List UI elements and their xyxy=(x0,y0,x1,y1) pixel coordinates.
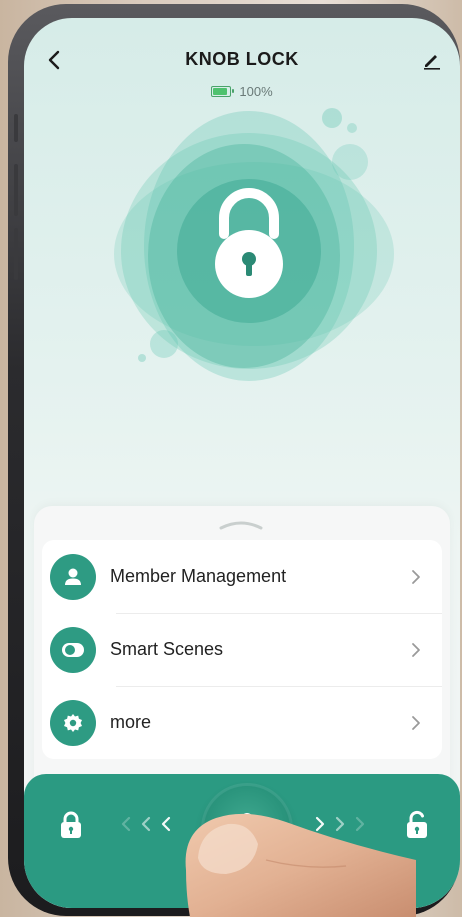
chevron-right-icon xyxy=(404,711,428,735)
page-title: KNOB LOCK xyxy=(185,49,299,69)
phone-volume-up xyxy=(14,164,18,216)
phone-frame: KNOB LOCK 100% Member Management Smart S… xyxy=(8,4,460,916)
menu-list: Member Management Smart Scenes more xyxy=(42,540,442,759)
keyhole-icon xyxy=(241,813,253,825)
gear-icon xyxy=(50,699,96,746)
battery-status: 100% xyxy=(24,84,460,99)
battery-level: 100% xyxy=(239,84,273,99)
phone-volume-down xyxy=(14,228,18,280)
person-icon xyxy=(50,553,96,600)
slide-left-chevrons xyxy=(120,814,172,834)
edit-button[interactable] xyxy=(418,46,446,74)
chevron-right-icon xyxy=(404,565,428,589)
toggle-icon xyxy=(50,626,96,673)
menu-item-label: Smart Scenes xyxy=(110,639,224,659)
lock-icon[interactable] xyxy=(58,810,84,840)
phone-side-button xyxy=(14,114,18,142)
app-screen: KNOB LOCK 100% Member Management Smart S… xyxy=(24,18,460,908)
lock-status-graphic xyxy=(114,108,394,381)
battery-icon xyxy=(211,86,235,97)
menu-item-label: more xyxy=(110,712,152,732)
slide-right-chevrons xyxy=(314,814,366,834)
lock-slider[interactable] xyxy=(24,774,460,908)
menu-item-member-management[interactable]: Member Management xyxy=(42,540,442,613)
unlock-icon[interactable] xyxy=(404,810,430,840)
sheet-handle[interactable] xyxy=(217,520,265,530)
slider-knob[interactable] xyxy=(204,786,290,872)
menu-item-more[interactable]: more xyxy=(42,686,442,759)
chevron-right-icon xyxy=(404,638,428,662)
menu-item-label: Member Management xyxy=(110,566,287,586)
menu-item-smart-scenes[interactable]: Smart Scenes xyxy=(42,613,442,686)
pencil-icon xyxy=(424,55,440,70)
header: KNOB LOCK xyxy=(24,44,460,76)
